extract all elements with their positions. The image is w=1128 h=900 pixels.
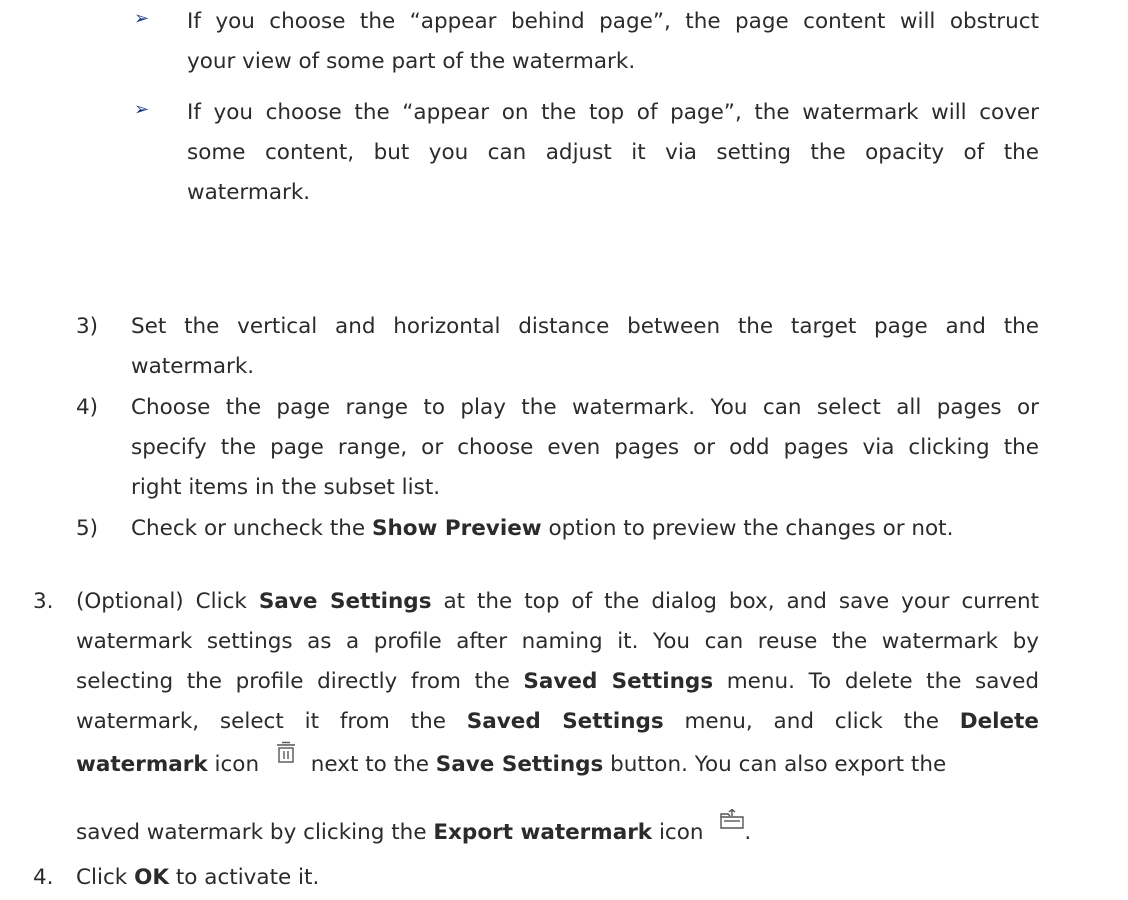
text-run: Check or uncheck the	[131, 516, 372, 541]
text-run: .	[744, 820, 752, 845]
text-run: saved watermark by clicking the	[76, 820, 434, 845]
ui-term-watermark: watermark	[76, 752, 208, 777]
text-run: selecting the profile directly from the	[76, 669, 524, 694]
ui-term-export-watermark: Export watermark	[433, 820, 653, 845]
text-run: (Optional) Click	[76, 589, 259, 614]
ui-term-delete: Delete	[959, 709, 1039, 734]
text-line: watermark.	[131, 354, 255, 379]
ui-term-save-settings: Save Settings	[258, 589, 432, 614]
step-item-line: watermark icon next to the Save Settings…	[76, 741, 1039, 785]
text-line: watermark, select it from the Saved Sett…	[76, 702, 1039, 742]
step-item-line: saved watermark by clicking the Export w…	[76, 808, 1039, 853]
text-run: to activate it.	[169, 865, 320, 890]
text-line: your view of some part of the watermark.	[187, 49, 636, 74]
text-run: next to the	[303, 752, 436, 777]
substep-number: 4)	[76, 395, 99, 420]
text-run: button. You can also export the	[603, 752, 947, 777]
text-line: watermark settings as a profile after na…	[76, 629, 1039, 654]
text-run: Click	[76, 865, 135, 890]
substep-item: Choose the page range to play the waterm…	[131, 388, 1039, 508]
bullet-item: If you choose the “appear on the top of …	[187, 93, 1039, 213]
text-run: icon	[207, 752, 260, 777]
text-run: menu. To delete the saved	[713, 669, 1040, 694]
bullet-item: If you choose the “appear behind page”, …	[187, 2, 1039, 82]
ui-term-save-settings: Save Settings	[435, 752, 604, 777]
substep-number: 5)	[76, 516, 99, 541]
text-line: Check or uncheck the Show Preview option…	[131, 509, 1061, 549]
text-run: at the top of the dialog box, and save y…	[431, 589, 1040, 614]
step-number: 3.	[33, 589, 54, 614]
step-item: (Optional) Click Save Settings at the to…	[76, 582, 1039, 742]
text-line: Set the vertical and horizontal distance…	[131, 314, 1039, 339]
trash-icon	[276, 737, 296, 777]
text-line: selecting the profile directly from the …	[76, 662, 1039, 702]
export-folder-icon	[720, 803, 745, 843]
ui-term-ok: OK	[134, 865, 170, 890]
text-line: If you choose the “appear behind page”, …	[187, 9, 1039, 34]
substep-item: Check or uncheck the Show Preview option…	[131, 509, 1061, 549]
text-line: right items in the subset list.	[131, 475, 441, 500]
substep-item: Set the vertical and horizontal distance…	[131, 307, 1039, 387]
step-number: 4.	[33, 865, 54, 890]
substep-number: 3)	[76, 314, 99, 339]
text-run: menu, and click the	[663, 709, 960, 734]
text-line: If you choose the “appear on the top of …	[187, 100, 1039, 125]
text-line: (Optional) Click Save Settings at the to…	[76, 582, 1039, 622]
ui-term-show-preview: Show Preview	[371, 516, 542, 541]
text-run: watermark, select it from the	[76, 709, 467, 734]
text-run: icon	[652, 820, 704, 845]
text-run: option to preview the changes or not.	[541, 516, 954, 541]
bullet-marker: ➢	[134, 99, 150, 120]
text-line: Choose the page range to play the waterm…	[131, 395, 1039, 420]
text-line: watermark.	[187, 180, 311, 205]
ui-term-saved-settings: Saved Settings	[523, 669, 714, 694]
ui-term-saved-settings: Saved Settings	[466, 709, 664, 734]
step-item: Click OK to activate it.	[76, 858, 1039, 898]
text-line: some content, but you can adjust it via …	[187, 140, 1039, 165]
bullet-marker: ➢	[134, 8, 150, 29]
text-line: specify the page range, or choose even p…	[131, 435, 1039, 460]
